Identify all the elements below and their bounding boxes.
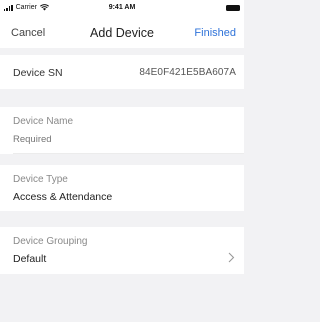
status-bar: Carrier 9:41 AM bbox=[0, 0, 244, 18]
navigation-bar: Cancel Add Device Finished bbox=[0, 18, 244, 48]
battery-icon bbox=[226, 5, 240, 11]
row-divider bbox=[13, 153, 244, 154]
device-sn-value: 84E0F421E5BA607A bbox=[139, 67, 236, 78]
device-grouping-label: Device Grouping bbox=[13, 236, 88, 247]
device-name-row[interactable]: Device Name bbox=[0, 107, 244, 154]
device-type-label: Device Type bbox=[13, 174, 68, 185]
device-grouping-value: Default bbox=[13, 253, 47, 265]
device-sn-label: Device SN bbox=[13, 67, 63, 79]
device-type-row[interactable]: Device Type Access & Attendance bbox=[0, 165, 244, 211]
device-name-input[interactable] bbox=[13, 134, 213, 145]
device-grouping-row[interactable]: Device Grouping Default bbox=[0, 227, 244, 274]
chevron-right-icon bbox=[228, 252, 235, 263]
device-sn-row: Device SN 84E0F421E5BA607A bbox=[0, 55, 244, 89]
status-time: 9:41 AM bbox=[108, 4, 136, 11]
device-type-value: Access & Attendance bbox=[13, 191, 113, 203]
device-name-label: Device Name bbox=[13, 116, 74, 127]
finished-button[interactable]: Finished bbox=[194, 27, 236, 39]
